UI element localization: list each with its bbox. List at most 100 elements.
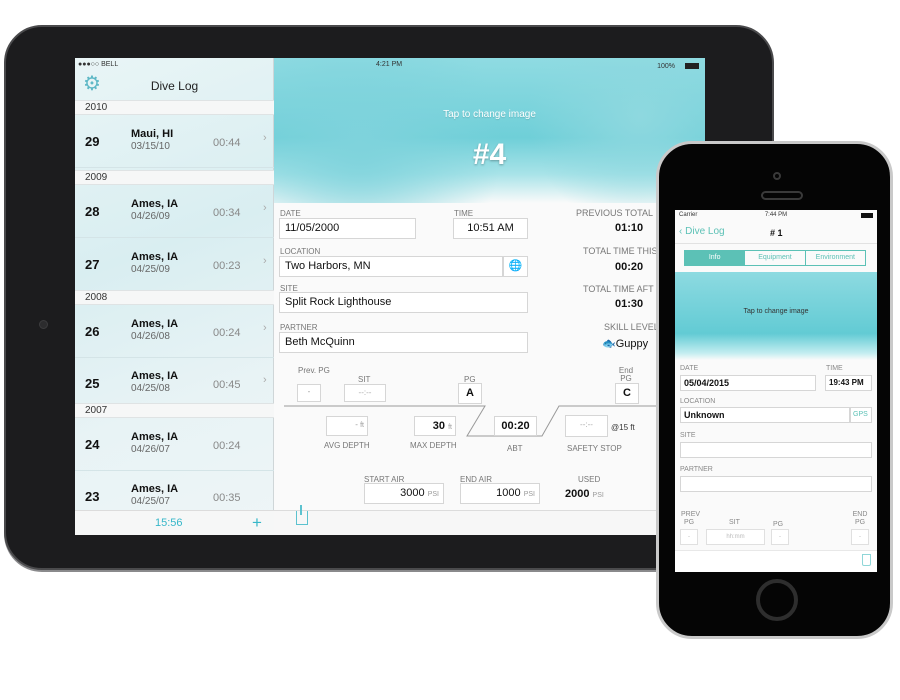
prev-pg-field[interactable]: -: [680, 529, 698, 545]
time-label: TIME: [826, 365, 843, 372]
tap-to-change-image[interactable]: Tap to change image: [675, 308, 877, 315]
safety-stop-field[interactable]: --:--: [565, 415, 608, 437]
iphone-nav: ‹ Dive Log # 1: [675, 222, 877, 244]
dive-date: 04/26/07: [131, 443, 170, 455]
dive-location: Ames, IA: [131, 482, 179, 495]
total-time-this-label: TOTAL TIME THIS: [583, 246, 658, 256]
battery-icon: [861, 213, 873, 218]
total-dive-time: 15:56: [155, 517, 183, 529]
dive-list-item[interactable]: 29 Maui, HI 03/15/10 00:44 ›: [75, 115, 274, 168]
sit-field[interactable]: hh:mm: [706, 529, 765, 545]
location-label: LOCATION: [680, 398, 716, 405]
max-depth-label: MAX DEPTH: [410, 441, 457, 450]
partner-field[interactable]: Beth McQuinn: [279, 332, 528, 353]
dive-list-item[interactable]: 26 Ames, IA 04/26/08 00:24 ›: [75, 305, 274, 358]
location-field[interactable]: Unknown: [680, 407, 850, 423]
partner-field[interactable]: [680, 476, 872, 492]
chevron-right-icon: ›: [263, 201, 267, 214]
safety-stop-label: SAFETY STOP: [567, 444, 622, 453]
tap-to-change-image[interactable]: Tap to change image: [274, 109, 705, 120]
status-time: 4:21 PM: [376, 61, 403, 68]
year-section-header: 2007: [75, 403, 274, 418]
iphone-speaker: [761, 191, 803, 200]
skill-level-value: Guppy: [615, 338, 649, 350]
add-dive-button[interactable]: +: [252, 513, 262, 533]
dive-location: Ames, IA: [131, 430, 179, 443]
fish-icon: 🐟: [602, 338, 616, 350]
date-field[interactable]: 05/04/2015: [680, 375, 816, 391]
iphone-title: # 1: [770, 228, 783, 238]
trash-icon[interactable]: [862, 554, 871, 566]
tab-environment[interactable]: Environment: [806, 251, 865, 265]
start-air-unit: PSI: [427, 491, 439, 498]
site-field[interactable]: Split Rock Lighthouse: [279, 292, 528, 313]
end-air-value: 1000: [496, 487, 521, 499]
avg-depth-value: -: [355, 420, 358, 429]
globe-icon[interactable]: 🌐: [503, 256, 528, 277]
dive-duration: 00:35: [213, 491, 241, 504]
previous-total-label: PREVIOUS TOTAL: [576, 208, 654, 218]
used-air-value: 2000: [565, 488, 590, 500]
date-field[interactable]: 11/05/2000: [279, 218, 416, 239]
pg-field[interactable]: -: [771, 529, 789, 545]
dive-number: 24: [85, 436, 100, 452]
iphone-camera: [773, 172, 781, 180]
max-depth-value: 30: [432, 420, 446, 432]
share-icon[interactable]: [296, 505, 308, 525]
dive-location: Ames, IA: [131, 197, 179, 210]
prev-pg-label: PREV PG: [681, 511, 701, 526]
back-label: Dive Log: [685, 226, 725, 237]
iphone-time: 7:44 PM: [764, 212, 788, 218]
dive-date: 04/25/08: [131, 382, 170, 394]
abt-field[interactable]: 00:20: [494, 416, 537, 436]
dive-detail: 4:21 PM 100% Tap to change image #4 DATE…: [274, 58, 705, 535]
iphone-status-bar: Carrier 7:44 PM: [675, 210, 877, 222]
site-field[interactable]: [680, 442, 872, 458]
avg-depth-field[interactable]: - ft: [326, 416, 368, 436]
max-depth-field[interactable]: 30 ft: [414, 416, 456, 436]
dive-duration: 00:45: [213, 378, 241, 391]
detail-toolbar: [274, 510, 705, 535]
battery-icon: [685, 63, 699, 69]
dive-date: 04/25/09: [131, 263, 170, 275]
time-label: TIME: [454, 209, 474, 218]
end-pg-field[interactable]: -: [851, 529, 869, 545]
dive-image[interactable]: Tap to change image: [675, 272, 877, 360]
dive-location: Maui, HI: [131, 127, 174, 140]
location-label: LOCATION: [280, 247, 321, 256]
date-label: DATE: [680, 365, 699, 372]
dive-number: 26: [85, 323, 100, 339]
site-label: SITE: [680, 432, 696, 439]
dive-duration: 00:23: [213, 259, 241, 272]
end-air-field[interactable]: 1000 PSI: [460, 483, 540, 504]
total-time-after-label: TOTAL TIME AFT: [583, 284, 654, 294]
safety-stop-depth: @15 ft: [611, 423, 635, 432]
back-button[interactable]: ‹ Dive Log: [679, 226, 725, 237]
time-field[interactable]: 10:51 AM: [453, 218, 528, 239]
total-time-this-value: 00:20: [615, 261, 644, 273]
start-air-field[interactable]: 3000 PSI: [364, 483, 444, 504]
home-button[interactable]: [756, 579, 798, 621]
total-time-after-value: 01:30: [615, 298, 644, 310]
abt-label: ABT: [507, 444, 523, 453]
skill-level-label: SKILL LEVEL: [604, 322, 659, 332]
dive-location: Ames, IA: [131, 250, 179, 263]
max-depth-unit: ft: [448, 424, 452, 431]
dive-list-item[interactable]: 27 Ames, IA 04/25/09 00:23 ›: [75, 238, 274, 291]
gps-button[interactable]: GPS: [850, 407, 872, 423]
partner-label: PARTNER: [280, 323, 318, 332]
dive-list-item[interactable]: 24 Ames, IA 04/26/07 00:24: [75, 418, 274, 471]
dive-list-item[interactable]: 28 Ames, IA 04/26/09 00:34 ›: [75, 185, 274, 238]
location-field[interactable]: Two Harbors, MN: [279, 256, 503, 277]
chevron-left-icon: ‹: [679, 226, 683, 237]
segmented-control: Info Equipment Environment: [684, 250, 866, 266]
tab-equipment[interactable]: Equipment: [745, 251, 806, 265]
dive-number: 25: [85, 375, 100, 391]
start-air-value: 3000: [400, 487, 425, 499]
tab-info[interactable]: Info: [685, 251, 746, 265]
pg-label: PG: [773, 521, 784, 528]
dive-image[interactable]: 4:21 PM 100% Tap to change image #4: [274, 58, 705, 203]
sit-label: SIT: [729, 519, 740, 526]
time-field[interactable]: 19:43 PM: [825, 375, 872, 391]
avg-depth-label: AVG DEPTH: [324, 441, 370, 450]
